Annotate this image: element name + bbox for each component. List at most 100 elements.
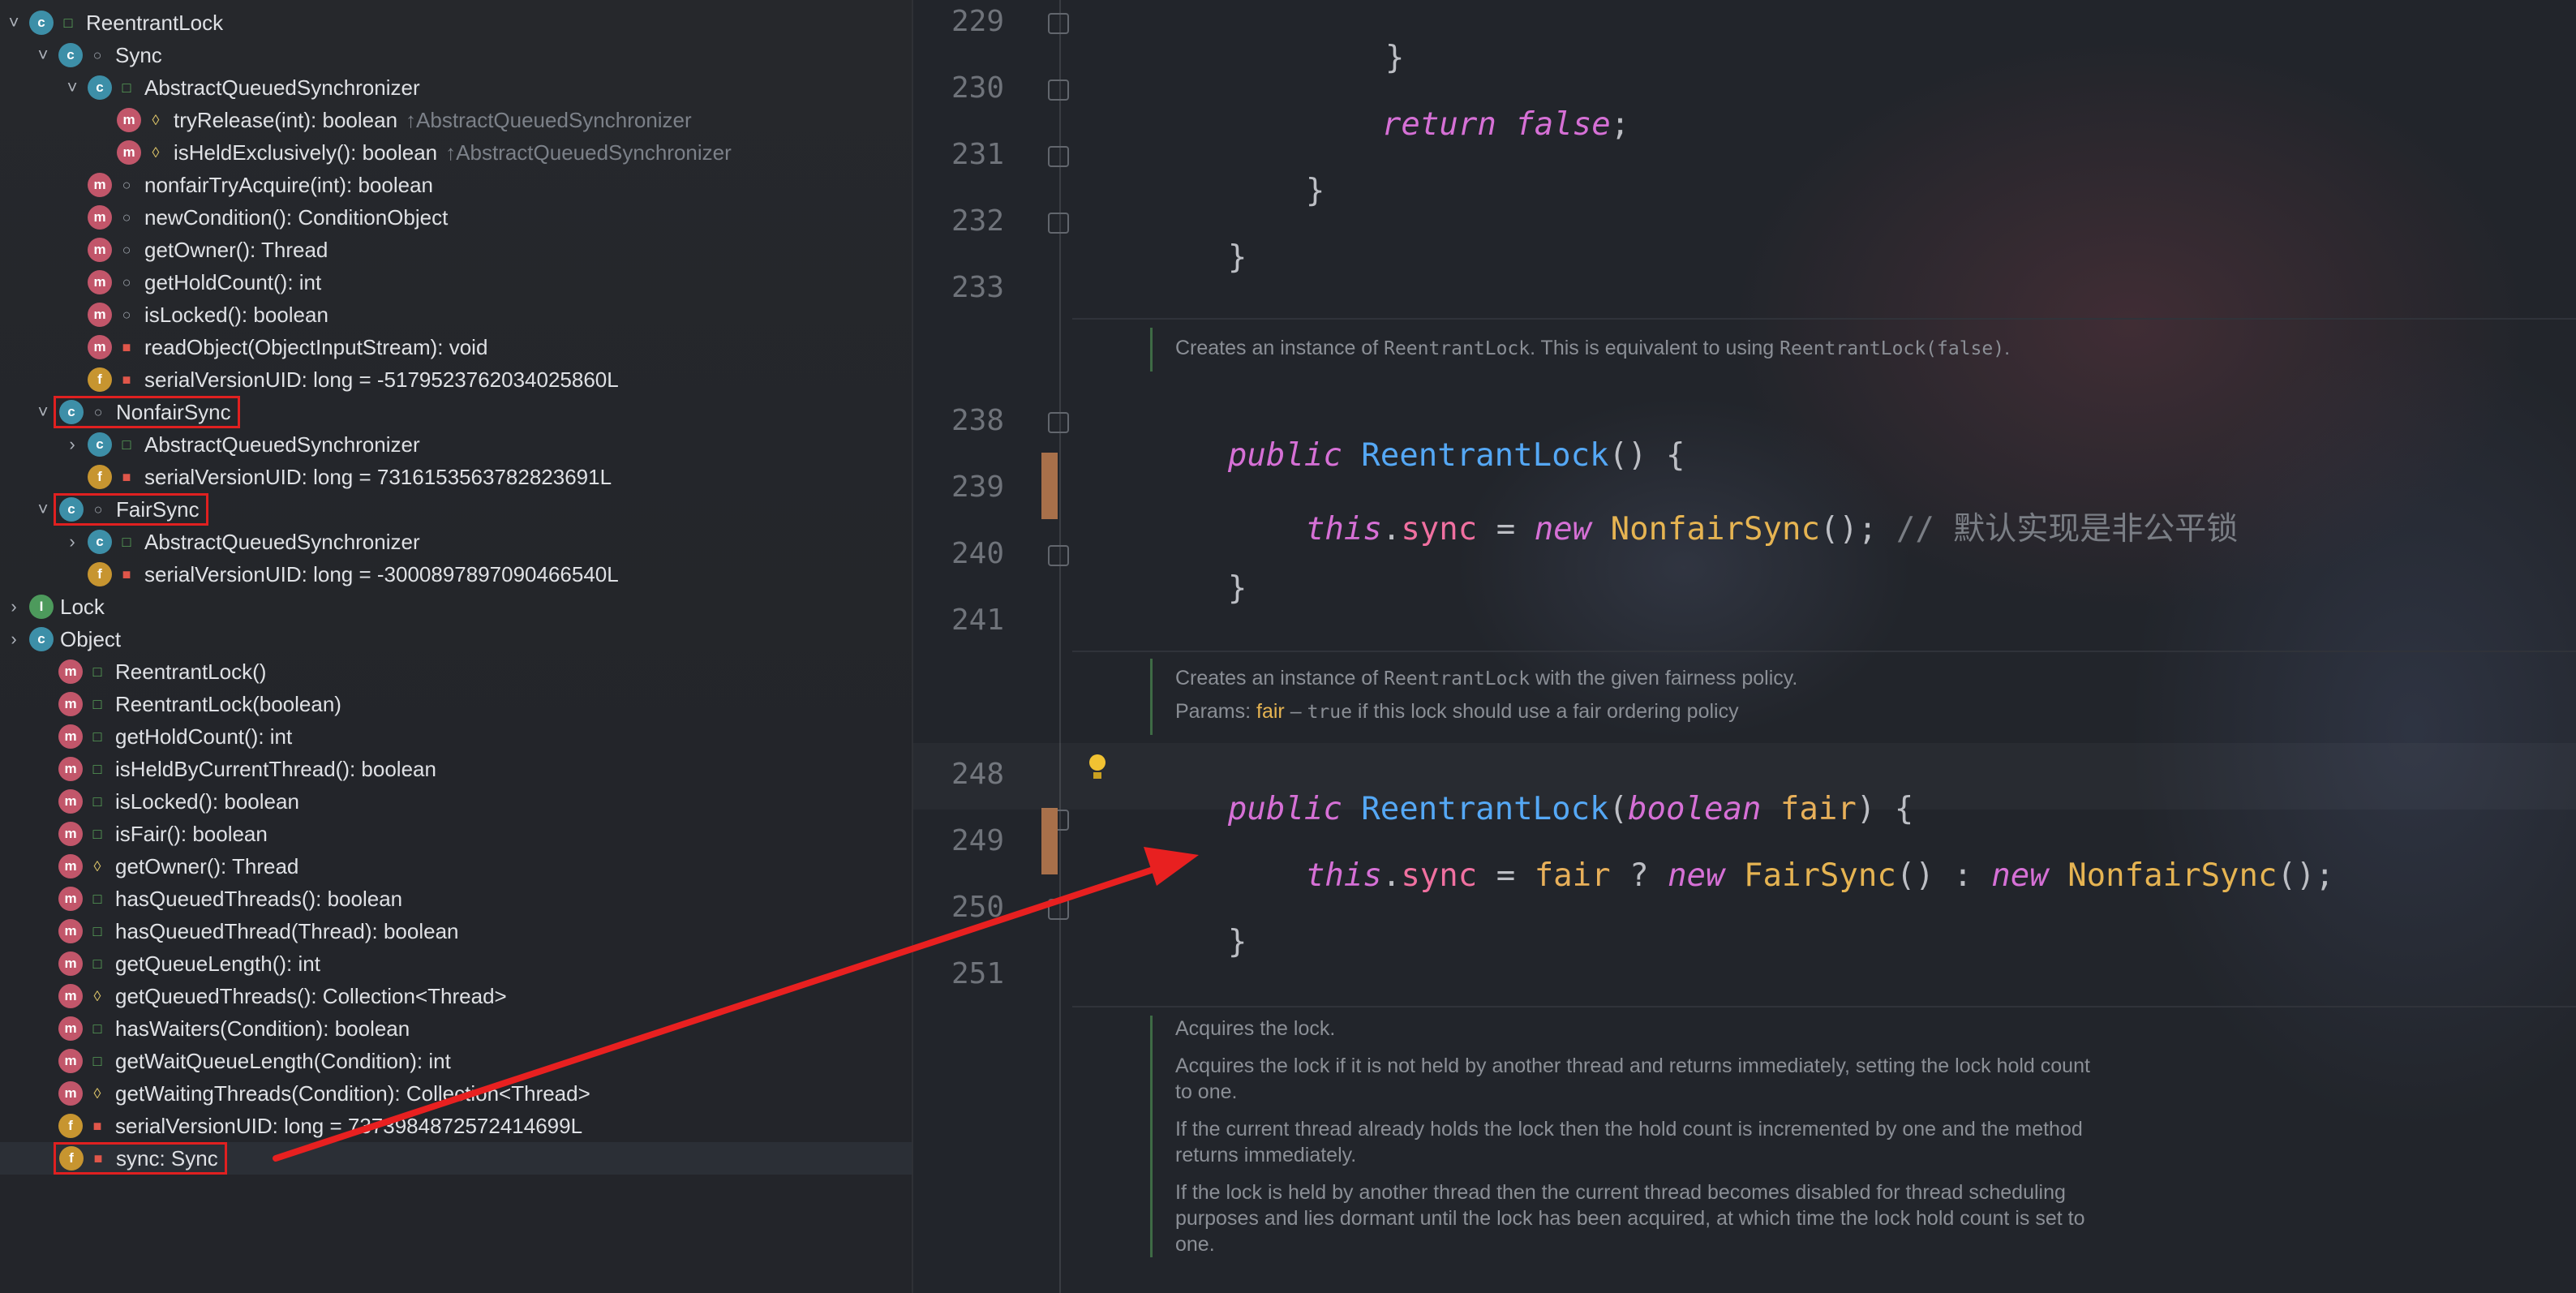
chevron-right-icon[interactable]: › <box>62 531 83 552</box>
doc-paragraph: If the current thread already holds the … <box>1175 1118 2083 1166</box>
fold-marker-icon[interactable] <box>1048 412 1069 433</box>
chevron-right-icon[interactable]: › <box>62 434 83 455</box>
structure-tree-item[interactable]: m □ ReentrantLock(boolean) <box>0 688 912 720</box>
tree-item-label: getWaitQueueLength(Condition): int <box>115 1048 451 1073</box>
inherited-from-label: ↑AbstractQueuedSynchronizer <box>406 107 692 132</box>
line-number: 250 <box>951 891 1004 924</box>
package-visibility-icon: ○ <box>93 500 103 518</box>
chevron-down-icon[interactable]: ˅ <box>62 77 83 98</box>
structure-tree-item[interactable]: m ○ newCondition(): ConditionObject <box>0 201 912 234</box>
code-token: (); <box>2277 857 2334 894</box>
method-icon: m <box>117 140 141 165</box>
structure-tree-item[interactable]: m □ getWaitQueueLength(Condition): int <box>0 1045 912 1077</box>
fold-marker-icon[interactable] <box>1048 213 1069 234</box>
structure-tree-item[interactable]: m □ isFair(): boolean <box>0 818 912 850</box>
chevron-right-icon[interactable]: › <box>3 596 24 617</box>
chevron-down-icon[interactable]: ˅ <box>32 45 54 66</box>
tree-item-label: getOwner(): Thread <box>115 853 299 878</box>
structure-tree-item[interactable]: › c □ AbstractQueuedSynchronizer <box>0 526 912 558</box>
highlight-box: f ■ sync: Sync <box>54 1142 227 1175</box>
class-icon: c <box>29 11 54 35</box>
doc-text: – <box>1284 700 1307 723</box>
code-token: (); <box>1819 511 1896 548</box>
structure-tree-item[interactable]: m □ getQueueLength(): int <box>0 947 912 980</box>
tree-item-label: nonfairTryAcquire(int): boolean <box>144 172 433 197</box>
method-icon: m <box>58 789 83 814</box>
code-token: = <box>1477 857 1535 894</box>
line-number: 249 <box>951 824 1004 857</box>
structure-tree-item[interactable]: › I Lock <box>0 591 912 623</box>
tree-item-content: m ○ isLocked(): boolean <box>88 303 328 328</box>
field-icon: f <box>88 367 112 392</box>
structure-tree-item[interactable]: ˅ c ○ Sync <box>0 39 912 71</box>
package-visibility-icon: ○ <box>93 403 103 420</box>
code-editor[interactable]: 229 230 231 232 233 238 239 240 241 248 … <box>913 0 2576 1293</box>
structure-tree-item[interactable]: m ◊ getOwner(): Thread <box>0 850 912 883</box>
code-line-232: } <box>1152 203 1247 312</box>
fold-marker-icon[interactable] <box>1048 13 1069 34</box>
fold-marker-icon[interactable] <box>1048 79 1069 101</box>
tree-item-label: NonfairSync <box>116 399 231 424</box>
tree-item-label: getHoldCount(): int <box>115 724 293 749</box>
structure-tree-item[interactable]: m ○ getOwner(): Thread <box>0 234 912 266</box>
structure-tree-item[interactable]: f ■ serialVersionUID: long = -517952376203… <box>0 363 912 396</box>
vcs-change-marker[interactable] <box>1041 453 1058 519</box>
tree-item-label: hasQueuedThread(Thread): boolean <box>115 918 459 943</box>
method-icon: m <box>58 692 83 716</box>
structure-tree-item[interactable]: m ■ readObject(ObjectInputStream): void <box>0 331 912 363</box>
structure-tree-item[interactable]: f ■ serialVersionUID: long = 7373984872572… <box>0 1110 912 1142</box>
fold-marker-icon[interactable] <box>1048 545 1069 566</box>
structure-tree-item[interactable]: m □ isHeldByCurrentThread(): boolean <box>0 753 912 785</box>
fold-marker-icon[interactable] <box>1048 146 1069 167</box>
public-lock-icon: □ <box>92 825 102 842</box>
structure-tree-item[interactable]: m ○ nonfairTryAcquire(int): boolean <box>0 169 912 201</box>
class-icon: c <box>88 530 112 554</box>
vcs-change-marker[interactable] <box>1041 808 1058 874</box>
chevron-down-icon[interactable]: ˅ <box>3 12 24 33</box>
lightbulb-icon[interactable] <box>1087 754 1108 784</box>
structure-tree-item[interactable]: m □ ReentrantLock() <box>0 655 912 688</box>
protected-key-icon: ◊ <box>152 111 160 128</box>
structure-tree-item[interactable]: f ■ sync: Sync <box>0 1142 912 1175</box>
field-token: sync <box>1401 857 1478 894</box>
method-icon: m <box>58 1016 83 1041</box>
structure-tree-item[interactable]: ˅ c ○ NonfairSync <box>0 396 912 428</box>
doc-paragraph: Acquires the lock. <box>1175 1017 1336 1040</box>
structure-tree-item[interactable]: m □ hasWaiters(Condition): boolean <box>0 1012 912 1045</box>
structure-tree-item[interactable]: m □ isLocked(): boolean <box>0 785 912 818</box>
structure-tree-item[interactable]: › c Object <box>0 623 912 655</box>
code-line-240: } <box>1152 534 1247 643</box>
structure-tree-item[interactable]: ˅ c □ ReentrantLock <box>0 6 912 39</box>
keyword-token: this <box>1305 511 1382 548</box>
structure-tree-item[interactable]: ˅ c ○ FairSync <box>0 493 912 526</box>
structure-tree-item[interactable]: m ◊ getQueuedThreads(): Collection<Thread> <box>0 980 912 1012</box>
tree-item-content: m ◊ isHeldExclusively(): boolean ↑AbstractQ… <box>117 140 732 165</box>
code-token: } <box>1227 924 1247 960</box>
structure-tree-item[interactable]: m □ hasQueuedThreads(): boolean <box>0 883 912 915</box>
method-icon: m <box>58 822 83 846</box>
chevron-right-icon[interactable]: › <box>3 629 24 650</box>
structure-tree-item[interactable]: ˅ c □ AbstractQueuedSynchronizer <box>0 71 912 104</box>
tree-item-content: m ◊ getWaitingThreads(Condition): Collecti… <box>58 1081 590 1106</box>
code-line-239: this.sync = new NonfairSync(); // 默认实现是非… <box>1230 467 2238 586</box>
structure-tree-item[interactable]: › c □ AbstractQueuedSynchronizer <box>0 428 912 461</box>
code-token: = <box>1477 511 1535 548</box>
structure-tree-item[interactable]: f ■ serialVersionUID: long = 7316153563782… <box>0 461 912 493</box>
fold-marker-icon[interactable] <box>1048 899 1069 920</box>
structure-tree-item[interactable]: m ◊ tryRelease(int): boolean ↑AbstractQueue… <box>0 104 912 136</box>
chevron-down-icon[interactable]: ˅ <box>32 499 54 520</box>
private-lock-icon: ■ <box>122 371 131 388</box>
chevron-down-icon[interactable]: ˅ <box>32 402 54 423</box>
method-icon: m <box>88 303 112 327</box>
structure-tree-item[interactable]: m ◊ getWaitingThreads(Condition): Collecti… <box>0 1077 912 1110</box>
structure-tree-item[interactable]: m ○ isLocked(): boolean <box>0 299 912 331</box>
structure-tree-item[interactable]: m ○ getHoldCount(): int <box>0 266 912 299</box>
structure-tree-item[interactable]: f ■ serialVersionUID: long = -300089789709… <box>0 558 912 591</box>
structure-tree-item[interactable]: m □ getHoldCount(): int <box>0 720 912 753</box>
tree-item-label: serialVersionUID: long = -51795237620340… <box>144 367 619 392</box>
protected-key-icon: ◊ <box>93 857 101 874</box>
tree-item-content: m ○ newCondition(): ConditionObject <box>88 205 448 230</box>
structure-tree-item[interactable]: m □ hasQueuedThread(Thread): boolean <box>0 915 912 947</box>
doc-text: . This is equivalent to using <box>1530 337 1780 359</box>
structure-tree-item[interactable]: m ◊ isHeldExclusively(): boolean ↑AbstractQ… <box>0 136 912 169</box>
